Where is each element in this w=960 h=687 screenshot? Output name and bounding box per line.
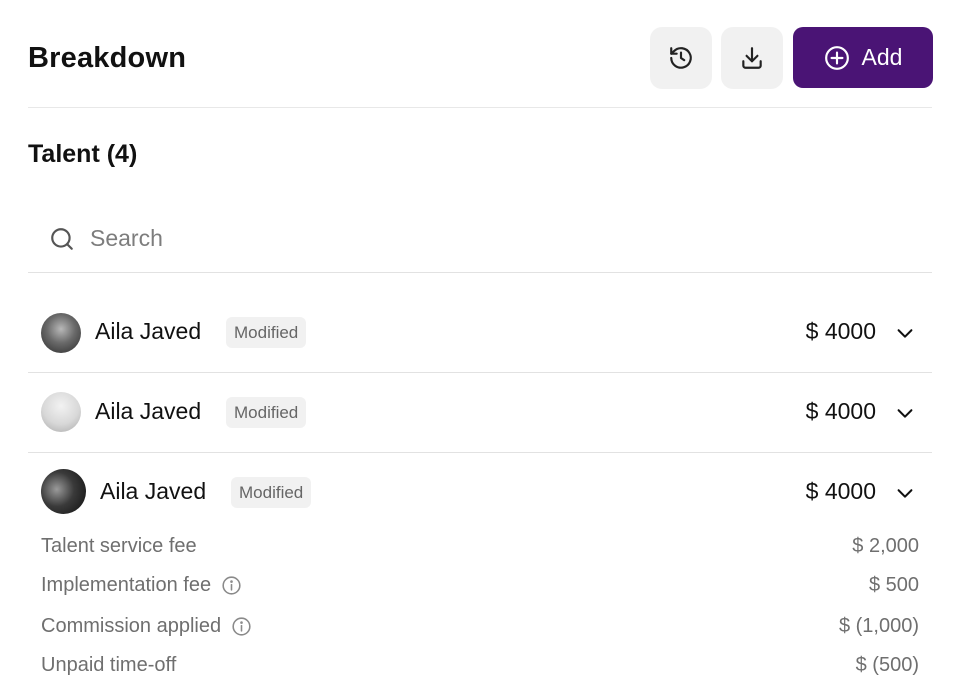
talent-row[interactable]: Aila Javed Modified $ 4000 xyxy=(28,373,932,453)
detail-label: Talent service fee xyxy=(41,535,197,557)
add-button[interactable]: Add xyxy=(793,27,933,88)
add-button-label: Add xyxy=(861,44,903,70)
detail-label: Implementation fee xyxy=(41,574,212,596)
detail-value: $ 2,000 xyxy=(852,535,919,557)
chevron-down-icon[interactable] xyxy=(894,482,916,504)
detail-value: $ (500) xyxy=(855,654,919,676)
history-button[interactable] xyxy=(650,27,712,89)
talent-name: Aila Javed xyxy=(95,398,202,424)
chevron-down-icon[interactable] xyxy=(894,402,916,424)
search-icon xyxy=(51,228,73,250)
plus-circle-icon xyxy=(824,45,849,70)
avatar xyxy=(41,313,81,353)
avatar xyxy=(41,469,86,514)
status-badge: Modified xyxy=(226,317,307,348)
status-badge: Modified xyxy=(231,477,312,508)
search-input[interactable] xyxy=(88,220,912,256)
status-badge: Modified xyxy=(226,397,307,428)
page-title: Breakdown xyxy=(28,42,187,74)
detail-value: $ (1,000) xyxy=(838,615,919,637)
section-title: Talent (4) xyxy=(28,140,138,168)
info-icon[interactable] xyxy=(231,616,252,637)
info-icon[interactable] xyxy=(221,575,242,596)
download-icon xyxy=(742,47,762,69)
history-icon xyxy=(670,47,692,69)
header-divider xyxy=(28,107,932,108)
breakdown-panel: Breakdown Add Talent (4) Search Aila Jav… xyxy=(0,0,960,687)
detail-label: Unpaid time-off xyxy=(41,654,177,676)
avatar xyxy=(41,392,81,432)
talent-name: Aila Javed xyxy=(100,478,207,504)
talent-row[interactable]: Aila Javed Modified $ 4000 xyxy=(28,453,932,532)
talent-amount: $ 4000 xyxy=(805,318,876,344)
detail-label: Commission applied xyxy=(41,615,222,637)
header: Breakdown Add xyxy=(28,27,933,89)
talent-amount: $ 4000 xyxy=(805,398,876,424)
detail-value: $ 500 xyxy=(868,574,919,596)
download-button[interactable] xyxy=(721,27,783,89)
detail-row: Talent service fee $ 2,000 xyxy=(41,535,919,561)
detail-row: Unpaid time-off $ (500) xyxy=(41,654,919,680)
talent-row[interactable]: Aila Javed Modified $ 4000 xyxy=(28,293,932,373)
search-bar xyxy=(28,212,932,273)
chevron-down-icon[interactable] xyxy=(894,322,916,344)
talent-name: Aila Javed xyxy=(95,318,202,344)
talent-amount: $ 4000 xyxy=(805,478,876,504)
detail-row: Commission applied $ (1,000) xyxy=(41,615,919,641)
detail-row: Implementation fee $ 500 xyxy=(41,574,919,600)
